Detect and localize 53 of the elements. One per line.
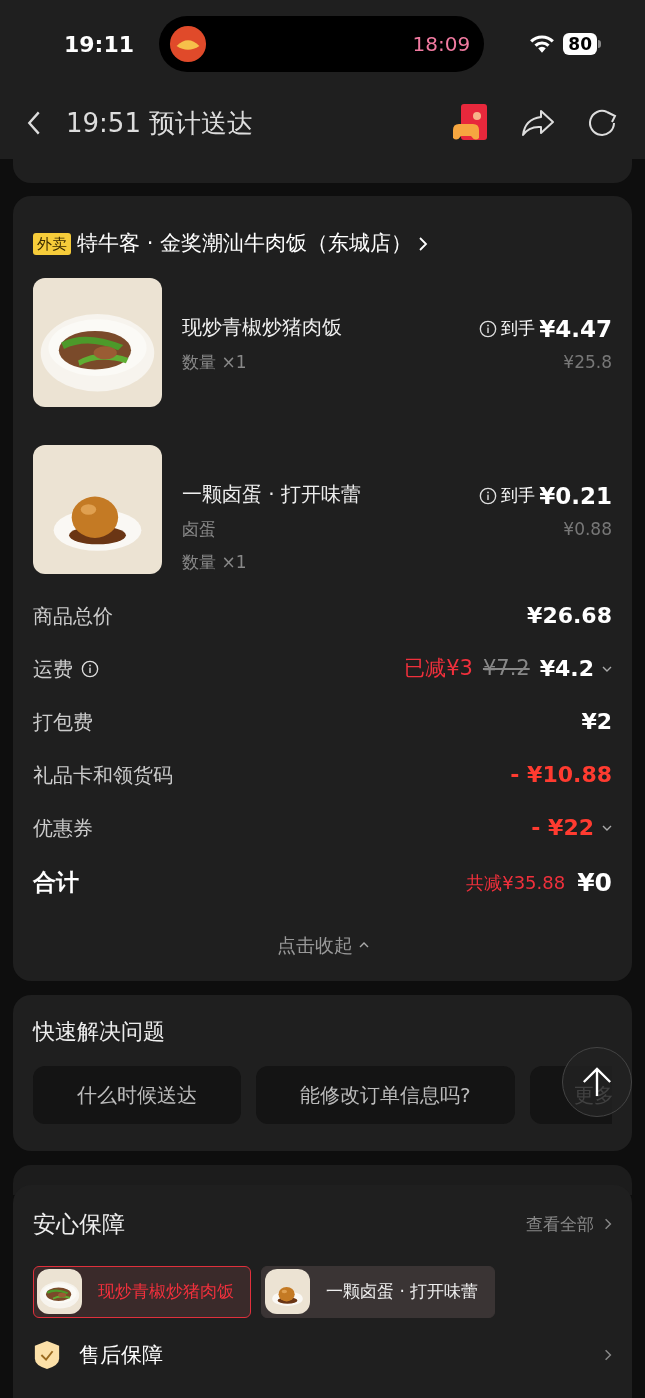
fee-label: 运费 bbox=[33, 655, 73, 683]
fee-label: 优惠券 bbox=[33, 814, 93, 842]
view-all-link[interactable]: 查看全部 bbox=[526, 1211, 594, 1237]
net-price: ¥0.21 bbox=[539, 481, 612, 511]
caret-icon bbox=[602, 824, 612, 831]
item-name: 现炒青椒炒猪肉饭 bbox=[182, 313, 343, 341]
fee-label: 商品总价 bbox=[33, 602, 113, 630]
shield-check-icon bbox=[33, 1340, 61, 1371]
caret-icon bbox=[602, 665, 612, 672]
net-price: ¥4.47 bbox=[539, 314, 612, 344]
total-label: 合计 bbox=[33, 868, 79, 898]
back-icon[interactable] bbox=[26, 110, 42, 136]
caret-icon bbox=[358, 941, 369, 948]
item-spec: 卤蛋 bbox=[182, 517, 217, 541]
original-price: ¥25.8 bbox=[563, 351, 612, 374]
after-sales-label: 售后保障 bbox=[79, 1341, 164, 1369]
info-icon[interactable] bbox=[479, 319, 498, 338]
discount-text: 已减¥3 bbox=[404, 654, 473, 682]
fee-value: ¥4.2 bbox=[539, 655, 594, 683]
info-icon[interactable] bbox=[81, 659, 99, 678]
fee-label: 打包费 bbox=[33, 708, 93, 736]
product-chip[interactable]: 一颗卤蛋 · 打开味蕾 bbox=[261, 1265, 496, 1318]
store-name[interactable]: 特牛客 · 金奖潮汕牛肉饭（东城店） bbox=[77, 228, 413, 260]
fee-value: - ¥10.88 bbox=[510, 761, 612, 789]
net-price-label: 到手 bbox=[501, 317, 536, 340]
original-price: ¥0.88 bbox=[563, 518, 612, 541]
chevron-icon bbox=[604, 1348, 612, 1363]
question-chip[interactable]: 什么时候送达 bbox=[33, 1066, 241, 1124]
status-time: 19:11 bbox=[64, 30, 136, 59]
section-title: 安心保障 bbox=[33, 1210, 126, 1239]
app-logo-icon bbox=[169, 25, 208, 63]
section-title: 快速解决问题 bbox=[33, 1018, 166, 1046]
total-savings: 共减¥35.88 bbox=[466, 871, 566, 895]
item-quantity: 数量 ×1 bbox=[182, 350, 248, 374]
item-quantity: 数量 ×1 bbox=[182, 551, 248, 574]
chevron-icon bbox=[418, 235, 429, 252]
page-title: 19:51 预计送达 bbox=[66, 106, 255, 140]
item-name: 一颗卤蛋 · 打开味蕾 bbox=[182, 480, 363, 508]
island-time: 18:09 bbox=[412, 31, 472, 58]
wifi-icon bbox=[529, 34, 556, 54]
fee-value: ¥2 bbox=[581, 708, 612, 736]
fee-value: - ¥22 bbox=[531, 814, 594, 842]
net-price-label: 到手 bbox=[501, 484, 536, 507]
info-icon[interactable] bbox=[479, 486, 498, 505]
fee-value: ¥26.68 bbox=[527, 602, 612, 630]
struck-price: ¥7.2 bbox=[482, 654, 530, 682]
chevron-icon bbox=[604, 1217, 612, 1232]
total-value: ¥0 bbox=[577, 866, 612, 899]
fee-label: 礼品卡和领货码 bbox=[33, 761, 173, 789]
delivery-tag: 外卖 bbox=[33, 232, 71, 255]
collapse-button[interactable]: 点击收起 bbox=[276, 930, 369, 959]
share-icon[interactable] bbox=[521, 108, 555, 138]
question-chip[interactable]: 能修改订单信息吗? bbox=[256, 1066, 515, 1124]
